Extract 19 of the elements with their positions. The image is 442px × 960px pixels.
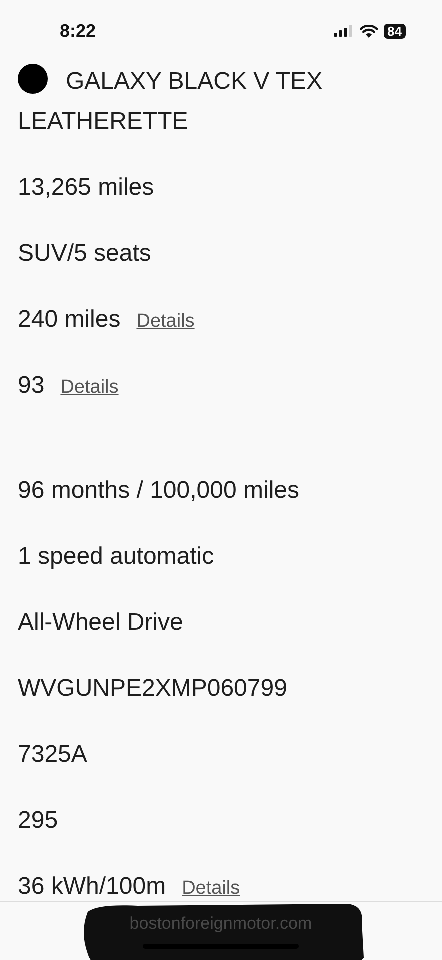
spec-value: 36 kWh/100m — [18, 873, 166, 901]
details-link[interactable]: Details — [136, 307, 195, 333]
spec-value: 96 months / 100,000 miles — [18, 477, 300, 505]
details-link[interactable]: Details — [60, 373, 119, 399]
wifi-icon — [360, 24, 378, 38]
spec-value: SUV/5 seats — [18, 240, 152, 268]
spec-value: 295 — [18, 807, 58, 835]
signal-icon — [334, 25, 354, 37]
spec-value: 240 miles — [18, 306, 121, 334]
status-time: 8:22 — [60, 20, 96, 42]
spec-value: WVGUNPE2XMP060799 — [18, 675, 288, 703]
battery-icon: 84 — [384, 24, 406, 38]
spec-value: 13,265 miles — [18, 174, 154, 202]
spec-value: GALAXY BLACK V TEX LEATHERETTE — [18, 68, 323, 135]
spec-value: 93 — [18, 372, 45, 400]
spec-value: 7325A — [18, 741, 88, 769]
spec-value: 1 speed automatic — [18, 543, 214, 571]
details-link[interactable]: Details — [182, 874, 240, 900]
spec-value: All-Wheel Drive — [18, 609, 184, 637]
